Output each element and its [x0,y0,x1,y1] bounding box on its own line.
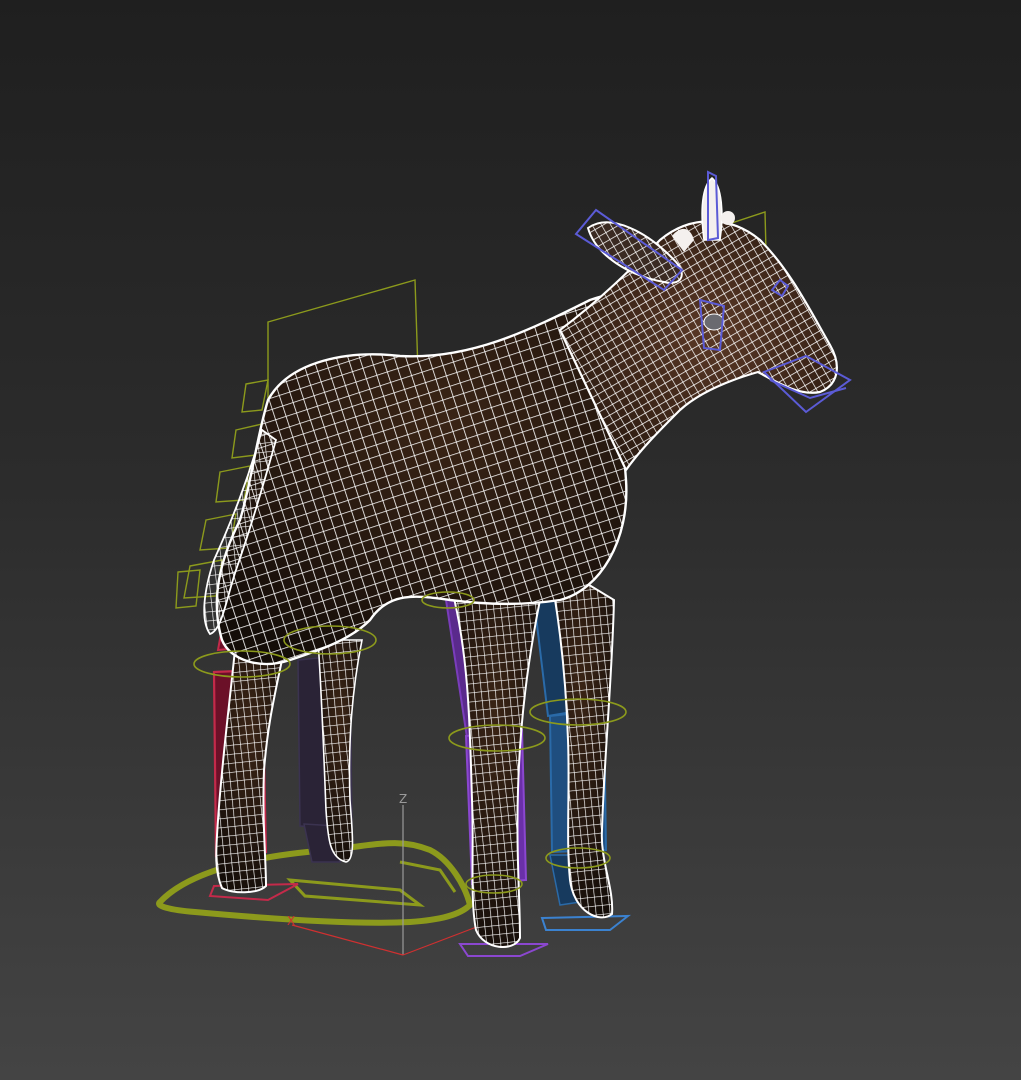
axis-x-label: X [287,914,295,928]
viewport-scene[interactable]: Z X [0,0,1021,1080]
axis-z-label: Z [399,792,407,806]
3d-viewport[interactable]: Z X [0,0,1021,1080]
